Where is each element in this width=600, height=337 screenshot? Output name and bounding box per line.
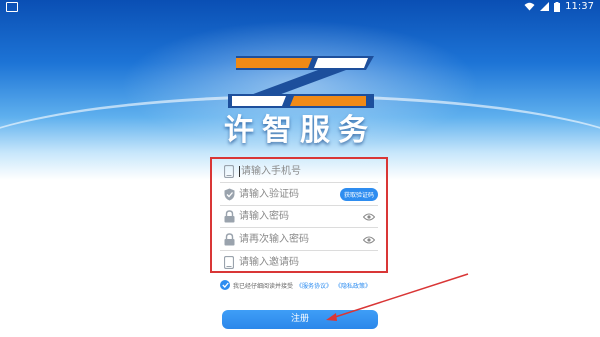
verification-code-row: 获取验证码 xyxy=(220,184,378,206)
phone-input[interactable] xyxy=(241,163,378,180)
text-cursor xyxy=(239,166,240,177)
agree-checkbox[interactable] xyxy=(220,280,230,290)
wifi-icon xyxy=(524,2,535,11)
register-button[interactable]: 注册 xyxy=(222,310,378,329)
phone-icon xyxy=(222,256,236,270)
service-agreement-link[interactable]: 《服务协议》 xyxy=(296,281,332,290)
phone-icon xyxy=(222,165,236,179)
shield-check-icon xyxy=(222,188,236,202)
invite-code-input[interactable] xyxy=(239,254,378,271)
invite-code-row xyxy=(220,252,378,273)
privacy-policy-link[interactable]: 《隐私政策》 xyxy=(335,281,371,290)
password-input[interactable] xyxy=(239,208,363,225)
status-bar: 11:37 xyxy=(0,0,600,14)
screenshot-icon xyxy=(6,2,18,12)
confirm-password-input[interactable] xyxy=(239,231,363,248)
get-code-button[interactable]: 获取验证码 xyxy=(339,188,378,201)
show-password-icon[interactable] xyxy=(363,211,375,223)
lock-icon xyxy=(222,233,236,247)
brand-title: 许智服务 xyxy=(224,113,376,148)
phone-row xyxy=(220,161,378,183)
lock-icon xyxy=(222,210,236,224)
verification-code-input[interactable] xyxy=(239,186,340,203)
confirm-password-row xyxy=(220,229,378,251)
status-time: 11:37 xyxy=(565,1,594,12)
show-confirm-password-icon[interactable] xyxy=(363,234,375,246)
brand-logo xyxy=(228,56,374,108)
agreement-text: 我已经仔细阅读并接受 xyxy=(233,282,294,290)
signal-icon xyxy=(540,2,550,11)
password-row xyxy=(220,206,378,228)
agreement-row: 我已经仔细阅读并接受 《服务协议》 《隐私政策》 xyxy=(220,279,371,291)
battery-icon xyxy=(554,1,561,12)
